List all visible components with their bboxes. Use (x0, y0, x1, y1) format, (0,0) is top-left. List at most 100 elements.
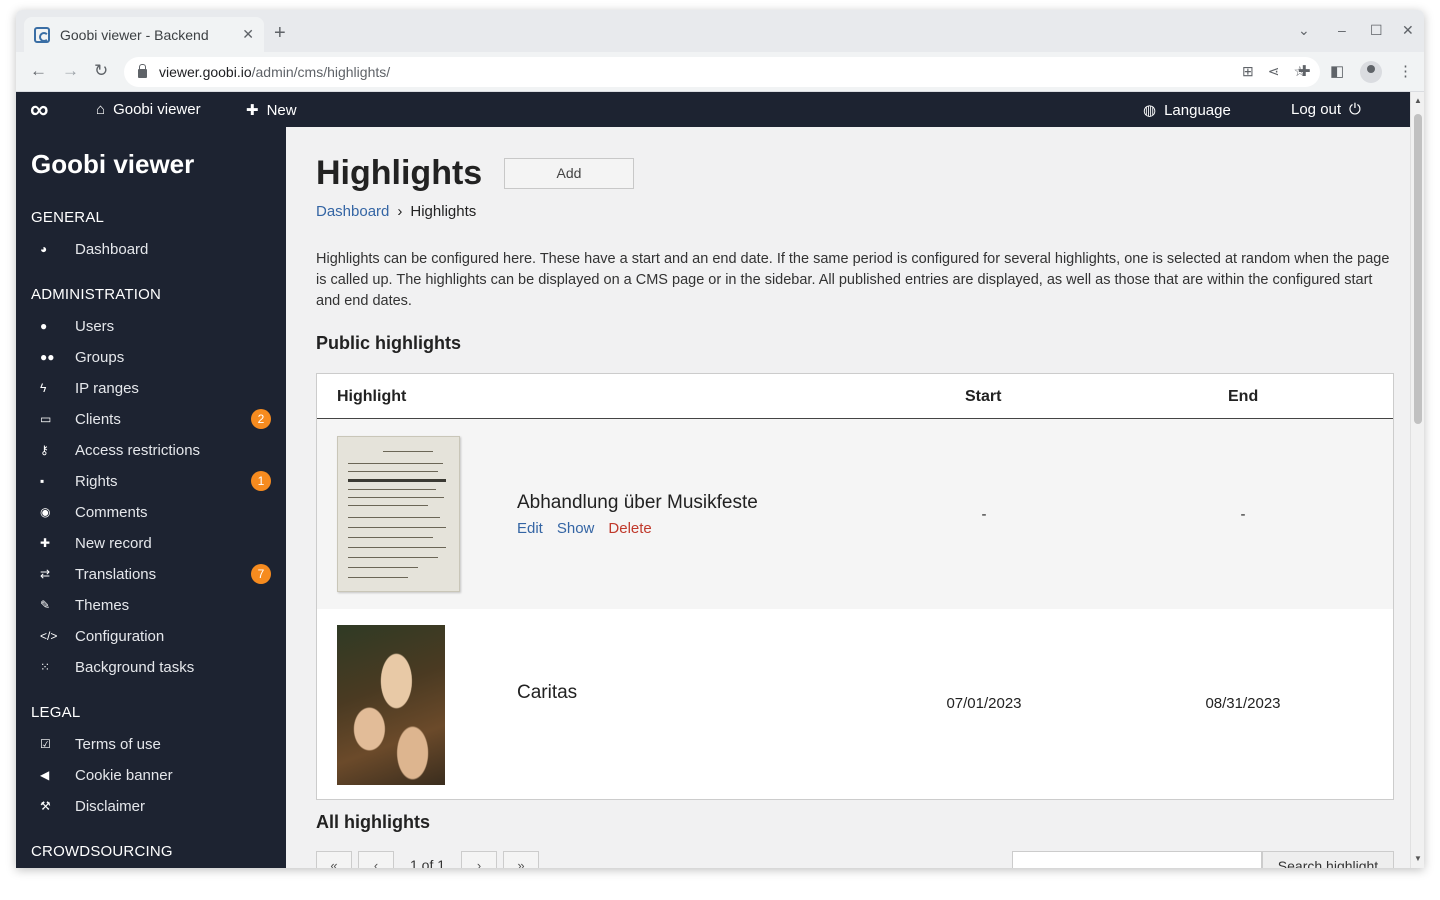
sidebar-item-users[interactable]: ● Users (40, 315, 272, 337)
browser-tab[interactable]: Goobi viewer - Backend ✕ (24, 17, 264, 52)
new-label: New (266, 101, 297, 119)
bolt-icon: ϟ (40, 381, 47, 395)
sidebar-item-groups[interactable]: ●● Groups (40, 346, 272, 368)
show-link[interactable]: Show (557, 520, 595, 537)
add-highlight-button[interactable]: Add (504, 158, 634, 189)
sidebar-item-label: New record (75, 534, 152, 552)
painting-thumbnail[interactable] (337, 625, 445, 785)
prev-page-button[interactable]: ‹ (358, 851, 394, 868)
page-indicator: 1 of 1 (410, 857, 446, 868)
close-window-icon[interactable]: ✕ (1402, 22, 1414, 39)
section-administration: ADMINISTRATION (31, 286, 162, 303)
profile-avatar[interactable] (1360, 61, 1382, 83)
sidebar-item-themes[interactable]: ✎ Themes (40, 594, 272, 616)
column-header-end: End (1228, 388, 1259, 405)
language-menu[interactable]: ◍ Language (1143, 101, 1231, 120)
browser-toolbar: ← → ↻ viewer.goobi.io/admin/cms/highligh… (16, 52, 1424, 92)
sidebar-item-background-tasks[interactable]: ⁙ Background tasks (40, 656, 272, 678)
section-crowdsourcing: CROWDSOURCING (31, 843, 173, 860)
sidebar-item-translations[interactable]: ⇄ Translations 7 (40, 563, 272, 585)
scroll-thumb[interactable] (1414, 114, 1422, 424)
menu-icon[interactable]: ⋮ (1398, 62, 1413, 80)
delete-link[interactable]: Delete (608, 520, 651, 537)
sidebar-item-dashboard[interactable]: ◕ Dashboard (40, 238, 272, 260)
sidebar-item-label: Access restrictions (75, 441, 201, 459)
public-highlights-table: Highlight Start End Abhandlung über Musi… (316, 373, 1394, 800)
minimize-icon[interactable]: – (1338, 22, 1346, 38)
back-icon[interactable]: ← (30, 61, 47, 81)
sidebar-item-disclaimer[interactable]: ⚒ Disclaimer (40, 795, 272, 817)
sidebar-item-terms-of-use[interactable]: ☑ Terms of use (40, 733, 272, 755)
language-label: Language (1164, 101, 1231, 119)
home-link[interactable]: ⌂ Goobi viewer (96, 101, 201, 118)
breadcrumb-current: Highlights (410, 203, 477, 220)
breadcrumb: Dashboard › Highlights (316, 203, 476, 220)
checkbox-icon: ☑ (40, 737, 51, 751)
dashboard-icon: ◕ (40, 242, 48, 256)
sidebar-item-label: Configuration (75, 627, 165, 645)
new-menu[interactable]: ✚ New (246, 101, 297, 120)
sidebar-item-label: IP ranges (75, 379, 139, 397)
top-navbar: ∞ ⌂ Goobi viewer ✚ New ◍ Language Log ou… (16, 92, 1410, 127)
section-legal: LEGAL (31, 704, 81, 721)
sidebar-item-label: Background tasks (75, 658, 195, 676)
scroll-up-icon[interactable]: ▲ (1414, 96, 1422, 105)
logout-link[interactable]: Log out ⏻ (1291, 101, 1361, 118)
page-scrollbar[interactable]: ▲ ▼ (1410, 92, 1424, 868)
tab-strip: Goobi viewer - Backend ✕ + ⌄ – ☐ ✕ (16, 10, 1424, 52)
sidebar-item-label: Dashboard (75, 240, 149, 258)
power-icon: ⏻ (1349, 101, 1361, 118)
spinner-icon: ⁙ (40, 660, 51, 674)
sidebar-title: Goobi viewer (31, 149, 195, 179)
reload-icon[interactable]: ↻ (94, 61, 108, 81)
desktop-icon: ▭ (40, 412, 52, 426)
edit-link[interactable]: Edit (517, 520, 543, 537)
highlight-title: Caritas (517, 682, 578, 703)
sidebar-item-new-record[interactable]: ✚ New record (40, 532, 272, 554)
tab-search-icon[interactable]: ⌄ (1298, 22, 1310, 39)
section-general: GENERAL (31, 209, 105, 226)
breadcrumb-dashboard-link[interactable]: Dashboard (316, 203, 389, 220)
sidebar-item-rights[interactable]: ▪ Rights 1 (40, 470, 272, 492)
last-page-button[interactable]: » (503, 851, 540, 868)
search-input[interactable] (1012, 851, 1262, 868)
exchange-icon: ⇄ (40, 567, 51, 581)
extensions-icon[interactable]: ✚ (1298, 62, 1311, 80)
brush-icon: ✎ (40, 598, 51, 612)
first-page-button[interactable]: « (316, 851, 352, 868)
breadcrumb-separator-icon: › (397, 203, 403, 220)
goobi-logo-icon[interactable]: ∞ (30, 96, 49, 122)
translate-icon[interactable]: ⊞ (1242, 63, 1254, 80)
table-row: Abhandlung über Musikfeste Edit Show Del… (317, 419, 1393, 609)
rights-count-badge: 1 (251, 471, 271, 491)
sidebar-item-access-restrictions[interactable]: ⚷ Access restrictions (40, 439, 272, 461)
home-icon: ⌂ (96, 101, 106, 118)
sidebar-item-clients[interactable]: ▭ Clients 2 (40, 408, 272, 430)
plus-icon: ✚ (246, 102, 259, 119)
sidebar-item-configuration[interactable]: </> Configuration (40, 625, 272, 647)
sidebar-item-cookie-banner[interactable]: ◀ Cookie banner (40, 764, 272, 786)
sidebar-item-ip-ranges[interactable]: ϟ IP ranges (40, 377, 272, 399)
sidebar-item-label: Terms of use (75, 735, 161, 753)
forward-icon[interactable]: → (62, 61, 79, 81)
translations-count-badge: 7 (251, 564, 271, 584)
maximize-icon[interactable]: ☐ (1370, 22, 1383, 39)
scroll-down-icon[interactable]: ▼ (1414, 854, 1422, 863)
share-icon[interactable]: ⋖ (1268, 63, 1280, 80)
close-tab-icon[interactable]: ✕ (242, 26, 254, 43)
manuscript-thumbnail[interactable] (337, 436, 460, 592)
next-page-button[interactable]: › (461, 851, 498, 868)
side-panel-icon[interactable]: ◧ (1330, 62, 1344, 80)
sidebar-item-label: Rights (75, 472, 118, 490)
key-icon: ⚷ (40, 443, 49, 457)
plus-icon: ✚ (40, 536, 51, 550)
goobi-favicon-icon (34, 26, 50, 43)
search-highlight-button[interactable]: Search highlight (1262, 851, 1394, 868)
sidebar-item-comments[interactable]: ◉ Comments (40, 501, 272, 523)
bullhorn-icon: ◀ (40, 768, 50, 782)
address-bar[interactable]: viewer.goobi.io/admin/cms/highlights/ ⊞ … (124, 57, 1320, 87)
globe-icon: ◍ (1143, 102, 1157, 119)
new-tab-button[interactable]: + (274, 22, 286, 45)
url-host: viewer.goobi.io (159, 64, 252, 80)
sidebar-item-label: Clients (75, 410, 121, 428)
